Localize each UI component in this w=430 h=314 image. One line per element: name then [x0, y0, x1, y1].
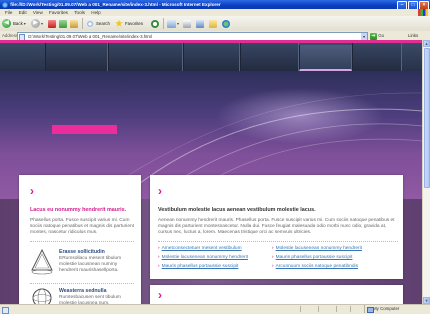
links-label[interactable]: Links — [408, 32, 418, 39]
menu-edit[interactable]: Edit — [19, 9, 27, 16]
feature-2-text: Rumtesbacusen sent tibulum molestie lacu… — [59, 295, 121, 304]
link-col1-3[interactable]: Mauris phasellus portaussie suscipit — [158, 264, 239, 269]
stop-icon — [48, 19, 56, 28]
menu-favorites[interactable]: Favorites — [49, 9, 68, 16]
windows-logo-icon — [418, 9, 428, 16]
forward-button[interactable]: ▶ ▾ — [31, 18, 43, 29]
feature-1-text: ERumsollacu mesent tibulum molestie lacu… — [59, 256, 122, 273]
hero-pink-bar — [52, 125, 117, 134]
search-button[interactable]: Search — [86, 18, 110, 29]
search-icon — [86, 19, 94, 28]
page-status-icon — [2, 306, 9, 314]
chevron-right-icon: › — [158, 184, 162, 198]
web-page: › Lacus eu nonummy hendrerit mauris. Pha… — [0, 40, 423, 304]
menu-file[interactable]: File — [5, 9, 12, 16]
chevron-right-icon: › — [158, 288, 162, 302]
favorites-star-icon — [115, 19, 123, 27]
close-button[interactable]: × — [419, 1, 429, 9]
history-button[interactable] — [151, 18, 159, 29]
nav-tab-2[interactable] — [108, 43, 183, 71]
back-arrow-icon: ◀ — [2, 19, 11, 28]
browser-viewport: › Lacus eu nonummy hendrerit mauris. Pha… — [0, 40, 430, 304]
site-navigation — [0, 43, 423, 71]
edit-button[interactable] — [196, 18, 204, 29]
folder-icon — [209, 19, 217, 28]
nav-tab-6[interactable] — [352, 43, 402, 71]
link-col2-2[interactable]: Mauris phasellus portaussie suscipit — [272, 255, 353, 260]
feature-1-title[interactable]: Erasse sollicitudin — [59, 249, 105, 255]
address-dropdown-icon[interactable]: ▾ — [361, 33, 367, 40]
left-content-panel: › Lacus eu nonummy hendrerit mauris. Pha… — [19, 175, 141, 304]
menu-view[interactable]: View — [33, 9, 43, 16]
menu-help[interactable]: Help — [91, 9, 100, 16]
home-icon — [70, 19, 78, 28]
internet-explorer-icon — [2, 1, 8, 8]
scroll-up-icon[interactable]: ▲ — [423, 40, 430, 47]
mail-button[interactable]: ▾ — [167, 18, 179, 29]
nav-tab-4[interactable] — [240, 43, 299, 71]
link-col1-1[interactable]: Ametconsectetuer mesent vestibulum — [158, 246, 242, 251]
nav-tab-1[interactable] — [45, 43, 108, 71]
refresh-icon — [59, 19, 67, 28]
nav-tab-5-active[interactable] — [299, 45, 352, 71]
scroll-down-icon[interactable]: ▼ — [423, 297, 430, 304]
folder-button[interactable] — [209, 18, 217, 29]
nav-tab-3[interactable] — [183, 43, 240, 71]
print-icon — [183, 19, 191, 28]
link-col2-3[interactable]: Arcunnuum sociis natoque penatibndis — [272, 264, 358, 269]
menu-tools[interactable]: Tools — [74, 9, 85, 16]
zone-label: My Computer — [373, 306, 400, 311]
right-panel-body: Aenean nonummy hendrerit mauris. Phasell… — [158, 218, 395, 235]
maximize-button[interactable]: □ — [408, 1, 418, 9]
standard-toolbar: ◀ Back ▾ ▶ ▾ Search Favorites ▾ — [0, 16, 430, 32]
window-title-bar: file:///D:/Work/Testing/01.09.07/Web a 0… — [0, 0, 430, 9]
history-icon — [151, 19, 159, 28]
link-col1-2[interactable]: Molestie lacusenean nonummy hendrerit — [158, 255, 248, 260]
chevron-right-icon: › — [30, 184, 34, 198]
stop-button[interactable] — [48, 18, 56, 29]
pyramid-icon — [30, 248, 54, 276]
feature-2-title[interactable]: Weasterra sednulla — [59, 288, 106, 294]
right-panel-heading: Vestibulum molestie lacus aenean vestibu… — [158, 207, 316, 213]
scroll-thumb[interactable] — [423, 48, 430, 188]
go-button[interactable]: ➔ Go — [370, 32, 384, 40]
right-content-panel: › Vestibulum molestie lacus aenean vesti… — [150, 175, 403, 279]
address-label: Address — [2, 33, 19, 38]
messenger-button[interactable] — [222, 18, 230, 29]
minimize-button[interactable]: – — [397, 1, 407, 9]
refresh-button[interactable] — [59, 18, 67, 29]
forward-arrow-icon: ▶ — [31, 19, 40, 28]
favorites-button[interactable]: Favorites — [115, 18, 143, 29]
mail-icon — [167, 19, 176, 28]
window-title: file:///D:/Work/Testing/01.09.07/Web a 0… — [10, 2, 221, 7]
link-col2-1[interactable]: Molestie lacusenean nonummy hendrerit — [272, 246, 362, 251]
left-panel-intro: Phasellus porta. Fusce suscipit varius m… — [30, 218, 134, 235]
messenger-icon — [222, 19, 230, 28]
print-button[interactable] — [183, 18, 191, 29]
vertical-scrollbar[interactable]: ▲ ▼ — [422, 40, 430, 304]
right-content-panel-2: › — [150, 285, 403, 304]
globe-icon — [30, 286, 54, 304]
edit-page-icon — [196, 19, 204, 28]
back-button[interactable]: ◀ Back ▾ — [2, 18, 26, 29]
go-arrow-icon: ➔ — [370, 33, 377, 40]
home-button[interactable] — [70, 18, 78, 29]
left-panel-heading: Lacus eu nonummy hendrerit mauris. — [30, 207, 127, 213]
